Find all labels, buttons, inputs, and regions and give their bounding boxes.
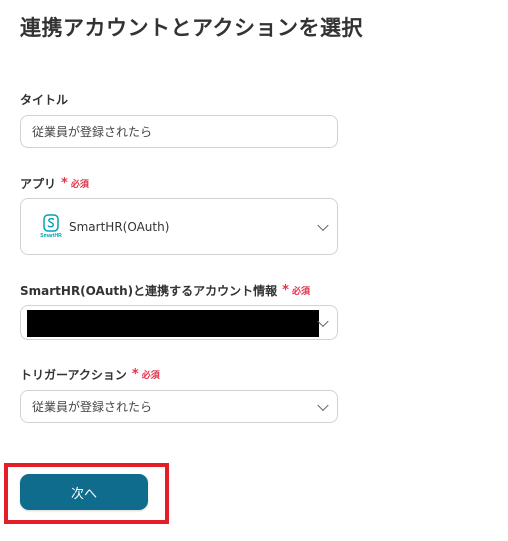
app-label-text: アプリ [20, 177, 57, 191]
smarthr-logo-text: SmartHR [40, 232, 62, 239]
account-select[interactable] [20, 305, 338, 340]
next-button[interactable]: 次へ [20, 474, 148, 510]
account-label-text: SmartHR(OAuth)と連携するアカウント情報 [20, 284, 278, 298]
required-badge: 必須 [291, 287, 310, 297]
title-label-text: タイトル [20, 93, 69, 107]
required-asterisk: * [61, 176, 68, 191]
app-select-value: SmartHR(OAuth) [69, 219, 170, 234]
title-input-value: 従業員が登録されたら [32, 125, 153, 139]
redacted-account-value [27, 310, 319, 337]
required-asterisk: * [282, 283, 289, 298]
account-field-label: SmartHR(OAuth)と連携するアカウント情報 * 必須 [20, 282, 310, 299]
required-asterisk: * [131, 367, 139, 382]
required-badge: 必須 [141, 371, 160, 381]
title-field-label: タイトル [20, 91, 68, 108]
trigger-select-value: 従業員が登録されたら [32, 400, 153, 414]
title-input[interactable]: 従業員が登録されたら [20, 115, 338, 148]
required-badge: 必須 [70, 180, 89, 190]
chevron-down-icon [317, 219, 329, 231]
trigger-field-label: トリガーアクション * 必須 [20, 366, 160, 383]
smarthr-logo-mark [43, 213, 59, 232]
trigger-action-select[interactable]: 従業員が登録されたら [20, 390, 338, 423]
app-select[interactable]: SmartHR SmartHR(OAuth) [20, 198, 338, 255]
trigger-label-text: トリガーアクション [20, 368, 127, 382]
chevron-down-icon [317, 315, 329, 327]
page-title: 連携アカウントとアクションを選択 [20, 16, 363, 40]
chevron-down-icon [317, 399, 329, 411]
app-field-label: アプリ * 必須 [20, 175, 89, 192]
smarthr-logo-icon: SmartHR [39, 213, 63, 240]
